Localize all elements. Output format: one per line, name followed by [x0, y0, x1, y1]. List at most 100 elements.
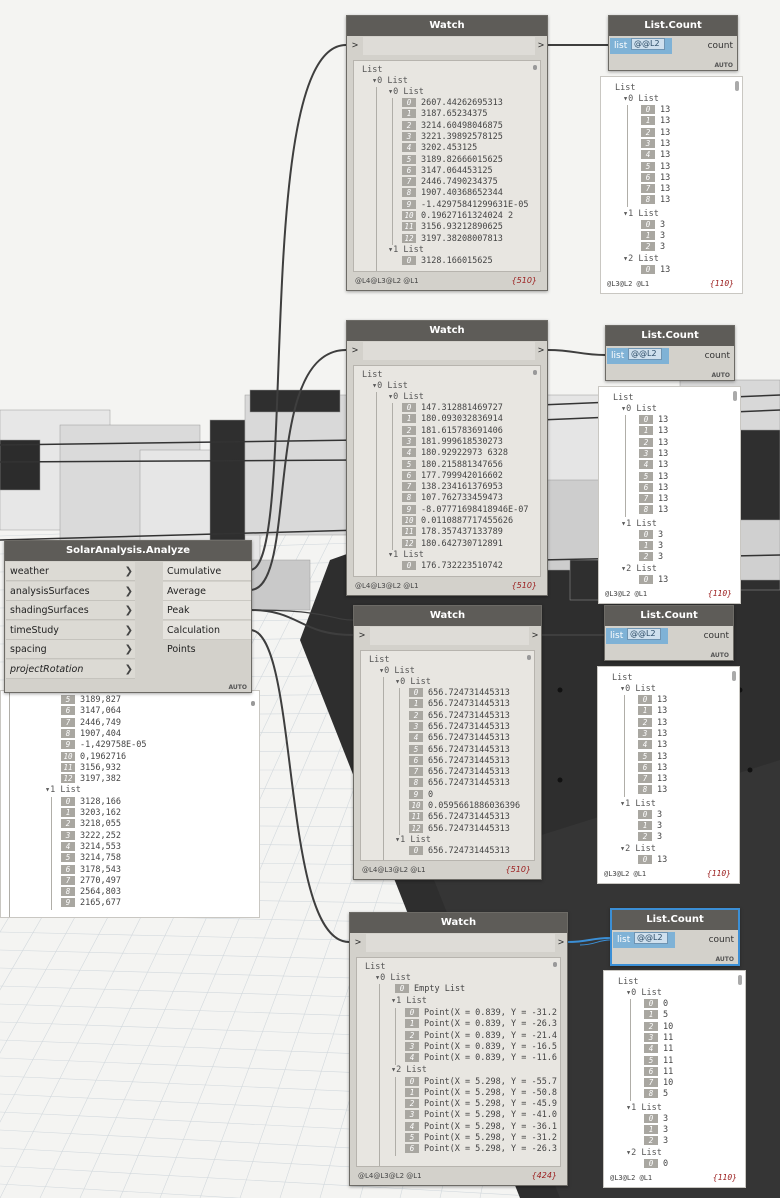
- dynamo-canvas[interactable]: Watch > > List ▾0 List ▾0 List 0 2607.442626953…: [0, 0, 780, 1198]
- node-title: Watch: [347, 321, 547, 341]
- list-item: 0 3128.166015625: [402, 255, 493, 267]
- item-index: 2: [641, 242, 655, 252]
- input-port[interactable]: >: [354, 628, 370, 644]
- scrollbar-thumb[interactable]: [732, 671, 736, 681]
- watch-node[interactable]: Watch > > List ▾0 List 0 Empty List ▾1 List 0 Poi…: [349, 912, 568, 1186]
- input-port[interactable]: >: [347, 38, 363, 54]
- list-item: 0 Point(X = 0.839, Y = -31.2: [405, 1008, 557, 1019]
- count-output-port[interactable]: count: [704, 626, 729, 646]
- output-port[interactable]: >: [535, 38, 547, 54]
- item-value: 13: [660, 127, 671, 138]
- count-preview-panel[interactable]: List ▾0 List 0 13 1 13 2 13 3 13 4 13 5 13 6 13 7 13 8 13 ▾1…: [600, 76, 743, 294]
- list-item: 0 656.724731445313: [409, 688, 510, 699]
- input-port[interactable]: >: [350, 935, 366, 951]
- input-port-timestudy[interactable]: timeStudy ❯: [6, 620, 135, 640]
- watch-node[interactable]: Watch > > List ▾0 List ▾0 List 0 656.7247314453…: [353, 605, 542, 880]
- list-item: 03: [641, 219, 665, 231]
- input-port-shadingsurfaces[interactable]: shadingSurfaces ❯: [6, 601, 135, 621]
- item-value: 13: [658, 426, 669, 437]
- watch-preview-panel[interactable]: List ▾0 List ▾0 List 0 147.312881469727 1 180.…: [353, 365, 541, 577]
- item-value: 3189,827: [80, 695, 121, 705]
- input-port-spacing[interactable]: spacing ❯: [6, 640, 135, 660]
- item-index: 10: [402, 211, 416, 220]
- list-item: 2 13: [638, 717, 668, 729]
- item-index: 3: [639, 448, 653, 458]
- list-item: 1 3187.65234375: [402, 109, 488, 120]
- scrollbar-thumb[interactable]: [553, 962, 557, 967]
- count-output-port[interactable]: count: [705, 346, 730, 366]
- count-output-port[interactable]: count: [709, 930, 734, 950]
- watch-preview-panel[interactable]: List ▾0 List 0 Empty List ▾1 List 0 Point(X = …: [356, 957, 561, 1167]
- item-value: Point(X = 5.298, Y = -41.0: [424, 1110, 558, 1121]
- output-port-cumulative[interactable]: Cumulative: [163, 562, 251, 581]
- list-label-text: ▾0 List: [623, 94, 659, 104]
- list-item: 15: [644, 1010, 668, 1021]
- item-index: 9: [61, 898, 75, 908]
- watch-preview-panel[interactable]: List ▾0 List ▾0 List 0 2607.44262695313 1 3187…: [353, 60, 541, 272]
- scrollbar-thumb[interactable]: [251, 701, 255, 706]
- list-item: 0 13: [639, 415, 668, 426]
- list-count-node[interactable]: List.Count list @@L2 count AUTO: [605, 325, 735, 381]
- input-port-weather[interactable]: weather ❯: [6, 562, 135, 581]
- port-row: list @@L2 count: [612, 930, 738, 952]
- list-item: 9 -1,429758E-05: [61, 740, 147, 751]
- item-index: 3: [409, 721, 423, 731]
- item-index: 1: [639, 426, 653, 436]
- item-value: 0.0110887717455626: [421, 516, 514, 526]
- count-preview-panel[interactable]: List ▾0 List 0 0 1 5 2 10 3 11 4 11 5 11 6 11 7 10 8 5 ▾1 Li…: [603, 970, 746, 1188]
- watch-node[interactable]: Watch > > List ▾0 List ▾0 List 0 147.3128814697…: [346, 320, 548, 596]
- list-item: 8 13: [641, 195, 670, 206]
- list-count-node[interactable]: List.Count list @@L2 count AUTO: [604, 605, 734, 661]
- count-output-port[interactable]: count: [708, 36, 733, 56]
- list-count-node[interactable]: List.Count list @@L2 count AUTO: [608, 15, 738, 71]
- item-value: 13: [657, 740, 668, 751]
- list-item: 2 3214.60498046875: [402, 120, 503, 132]
- lacing-level-selector[interactable]: @@L2: [634, 932, 668, 944]
- watch-preview-panel[interactable]: List ▾0 List ▾0 List 0 656.724731445313 1 656.…: [360, 650, 535, 861]
- scrollbar-thumb[interactable]: [738, 975, 742, 985]
- output-port[interactable]: >: [555, 935, 567, 951]
- item-value: 2165,677: [80, 898, 121, 909]
- scrollbar-thumb[interactable]: [527, 655, 531, 660]
- solar-preview-panel[interactable]: 5 3189,827 6 3147,064 7 2446,749 8 1907,404 9 -1,…: [0, 690, 260, 918]
- list-item: 11 656.724731445313: [409, 812, 510, 823]
- output-port-calculation-points[interactable]: Calculation Points: [163, 620, 251, 655]
- output-port-average[interactable]: Average: [163, 581, 251, 601]
- count-preview-panel[interactable]: List ▾0 List 0 13 1 13 2 13 3 13 4 13 5 13 6 13 7 13 8 13 ▾1…: [598, 386, 741, 604]
- list-label-text: List: [615, 83, 636, 93]
- lacing-level-selector[interactable]: @@L2: [627, 628, 661, 640]
- list-item: 5 Point(X = 5.298, Y = -31.2: [405, 1133, 557, 1144]
- count-preview-panel[interactable]: List ▾0 List 0 13 1 13 2 13 3 13 4 13 5 13 6 13 7 13 8 13 ▾1…: [597, 666, 740, 884]
- node-title: List.Count: [609, 16, 737, 36]
- output-port[interactable]: >: [529, 628, 541, 644]
- scrollbar-thumb[interactable]: [733, 391, 737, 401]
- item-index: 2: [402, 120, 416, 130]
- input-port-analysissurfaces[interactable]: analysisSurfaces ❯: [6, 581, 135, 601]
- item-value: 13: [657, 717, 668, 728]
- scrollbar-thumb[interactable]: [735, 81, 739, 91]
- list-item: 0 2607.44262695313: [402, 98, 503, 109]
- count-footer: @L3@L2 @L1 {110}: [605, 277, 738, 291]
- item-value: 13: [658, 460, 669, 471]
- input-port[interactable]: >: [347, 343, 363, 359]
- lacing-level-selector[interactable]: @@L2: [628, 348, 662, 360]
- output-port-peak[interactable]: Peak: [163, 601, 251, 621]
- list-item: 23: [644, 1136, 668, 1147]
- item-value: 176.732223510742: [421, 560, 503, 571]
- item-value: 1907,404: [80, 728, 121, 739]
- chevron-right-icon: ❯: [124, 624, 133, 636]
- list-item: 10 0.19627161324024 2: [402, 211, 513, 222]
- lacing-level-selector[interactable]: @@L2: [631, 38, 665, 50]
- solar-analysis-node[interactable]: SolarAnalysis.Analyze weather ❯ analysisSur…: [4, 540, 252, 693]
- scrollbar-thumb[interactable]: [533, 370, 537, 375]
- list-item: 3 181.999618530273: [402, 436, 503, 448]
- watch-node[interactable]: Watch > > List ▾0 List ▾0 List 0 2607.442626953…: [346, 15, 548, 291]
- item-index: 5: [402, 154, 416, 164]
- list-count-node[interactable]: List.Count list @@L2 count AUTO: [610, 908, 740, 966]
- node-title: SolarAnalysis.Analyze: [5, 541, 251, 561]
- item-count-label: {510}: [511, 581, 537, 590]
- item-index: 7: [409, 767, 423, 777]
- output-port[interactable]: >: [535, 343, 547, 359]
- input-port-projectrotation[interactable]: projectRotation ❯: [6, 660, 135, 679]
- scrollbar-thumb[interactable]: [533, 65, 537, 70]
